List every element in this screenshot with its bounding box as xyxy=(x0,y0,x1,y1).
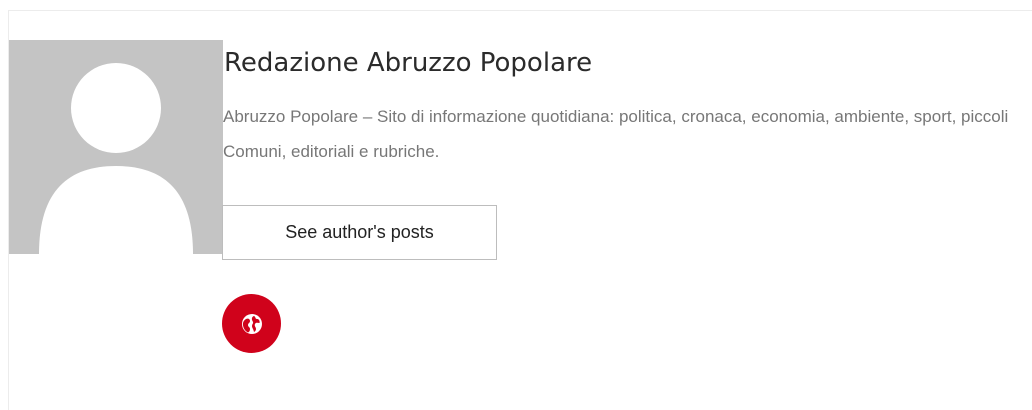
author-avatar xyxy=(9,40,223,254)
user-silhouette-icon xyxy=(39,63,193,254)
author-website-link[interactable] xyxy=(222,294,281,353)
author-name: Redazione Abruzzo Popolare xyxy=(224,48,593,78)
see-author-posts-button[interactable]: See author's posts xyxy=(222,205,497,260)
globe-icon xyxy=(241,313,262,334)
author-box: Redazione Abruzzo Popolare Abruzzo Popol… xyxy=(8,10,1032,410)
author-bio: Abruzzo Popolare – Sito di informazione … xyxy=(223,107,1009,161)
